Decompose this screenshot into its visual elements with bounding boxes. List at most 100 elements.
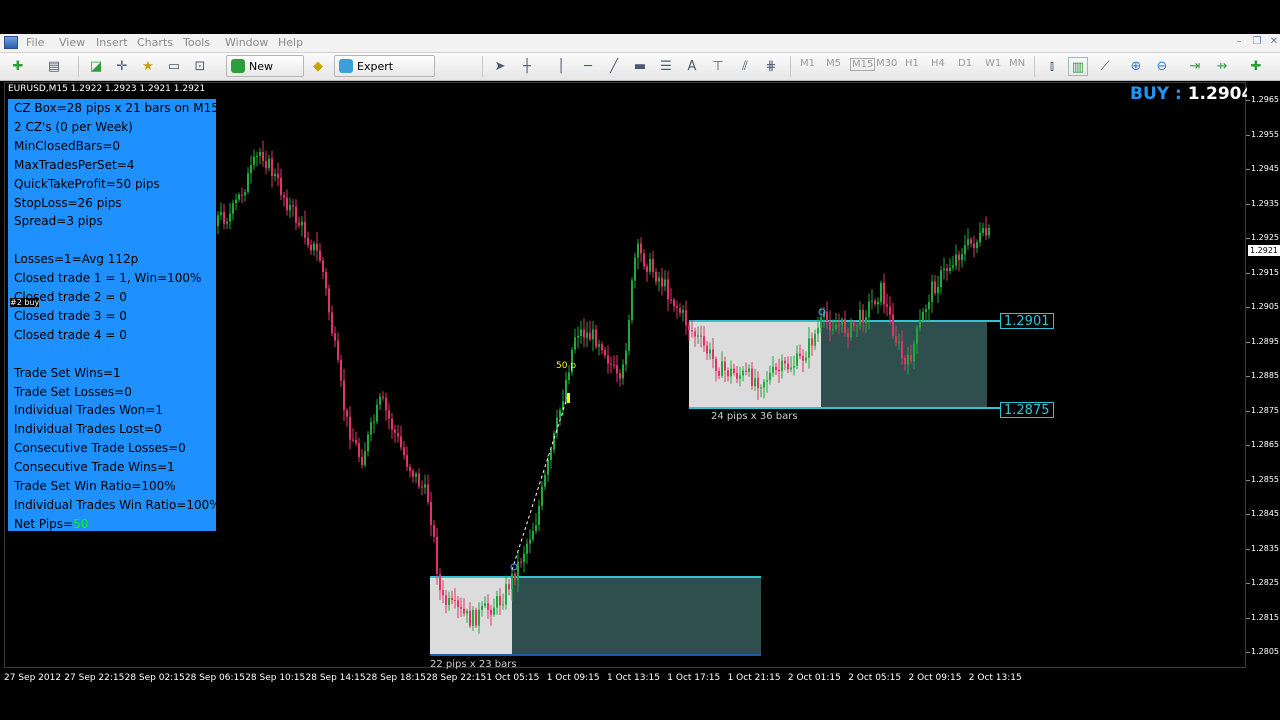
candle-body <box>376 404 378 422</box>
candle-body <box>682 310 684 313</box>
candle-body <box>406 455 408 467</box>
candle-body <box>364 451 366 466</box>
candle-body <box>700 335 702 337</box>
candle-body <box>604 350 606 356</box>
candle-body <box>232 203 234 214</box>
lower-level-box[interactable]: 1.2875 <box>1000 402 1054 418</box>
candle-body <box>379 396 381 405</box>
candle-body <box>262 152 264 161</box>
candle-body <box>886 304 888 307</box>
candle-body <box>733 368 735 374</box>
buy-price-label: BUY : 1.2904 <box>1130 84 1253 104</box>
candle-body <box>973 243 975 249</box>
candle-body <box>817 327 819 334</box>
candle-body <box>844 319 846 333</box>
upper-level-box[interactable]: 1.2901 <box>1000 313 1054 329</box>
candle-body <box>667 279 669 300</box>
candle-body <box>589 332 591 340</box>
candle-body <box>712 349 714 359</box>
candle-body <box>496 596 498 608</box>
info-line: Individual Trades Lost=0 <box>14 422 162 437</box>
candle-body <box>319 250 321 261</box>
candle-body <box>466 610 468 614</box>
candle-body <box>985 228 987 236</box>
candle-body <box>229 213 231 222</box>
candle-body <box>439 573 441 591</box>
candle-body <box>550 449 552 461</box>
candle-body <box>646 266 648 272</box>
candle-body <box>358 443 360 458</box>
info-line: QuickTakeProfit=50 pips <box>14 176 160 191</box>
price-tick <box>1246 169 1250 170</box>
candle-body <box>469 610 471 626</box>
candle-body <box>598 344 600 347</box>
price-tick <box>1246 307 1250 308</box>
candle-body <box>247 173 249 192</box>
candle-body <box>448 597 450 605</box>
candle-body <box>253 156 255 165</box>
candle-body <box>574 337 576 350</box>
candle-body <box>883 282 885 305</box>
candle-body <box>763 381 765 388</box>
candle-body <box>820 317 822 328</box>
candle-body <box>754 378 756 387</box>
candle-body <box>316 243 318 251</box>
candle-body <box>748 368 750 372</box>
candle-body <box>352 439 354 441</box>
trade-tag: #2 buy <box>10 298 40 307</box>
candle-body <box>298 222 300 226</box>
candle-body <box>394 429 396 433</box>
candle-body <box>760 387 762 389</box>
candle-body <box>868 301 870 318</box>
candle-body <box>856 325 858 327</box>
candle-body <box>694 331 696 337</box>
candle-body <box>736 373 738 379</box>
candle-body <box>904 358 906 365</box>
price-tick <box>1246 376 1250 377</box>
candle-body <box>283 195 285 198</box>
candle-body <box>454 599 456 601</box>
candle-body <box>385 397 387 411</box>
candle-body <box>643 253 645 267</box>
candle-body <box>436 536 438 574</box>
upper-zone-label: 24 pips x 36 bars <box>711 411 798 422</box>
candle-body <box>256 155 258 157</box>
candle-body <box>940 270 942 288</box>
candle-body <box>490 609 492 615</box>
candle-body <box>970 239 972 244</box>
candle-body <box>328 288 330 313</box>
price-tick-label: 1.2945 <box>1251 164 1279 173</box>
price-tick <box>1246 548 1250 550</box>
candle-body <box>943 268 945 271</box>
candle-body <box>838 324 840 326</box>
candle-body <box>277 173 279 178</box>
candle-body <box>637 243 639 258</box>
candle-body <box>787 363 789 370</box>
candle-body <box>850 322 852 338</box>
candle-body <box>703 336 705 346</box>
candle-body <box>514 573 516 581</box>
candle-body <box>607 355 609 364</box>
candle-body <box>424 484 426 488</box>
candle-body <box>781 360 783 372</box>
price-tick-label: 1.2965 <box>1251 95 1279 104</box>
candle-body <box>313 243 315 251</box>
candle-body <box>361 457 363 466</box>
candle-body <box>730 368 732 377</box>
candle-body <box>592 329 594 340</box>
candle-body <box>649 259 651 272</box>
info-line: Closed trade 3 = 0 <box>14 308 127 323</box>
candle-body <box>727 370 729 377</box>
candle-body <box>400 436 402 448</box>
candle-body <box>847 332 849 338</box>
time-tick-label: 2 Oct 09:15 <box>908 673 962 683</box>
candle-body <box>235 199 237 204</box>
candle-body <box>793 365 795 368</box>
candle-body <box>274 173 276 177</box>
candle-body <box>337 340 339 360</box>
candle-body <box>373 421 375 423</box>
lower-zone-extension <box>512 577 761 655</box>
candle-body <box>529 539 531 544</box>
price-tick <box>1246 479 1250 481</box>
candle-body <box>217 215 219 226</box>
